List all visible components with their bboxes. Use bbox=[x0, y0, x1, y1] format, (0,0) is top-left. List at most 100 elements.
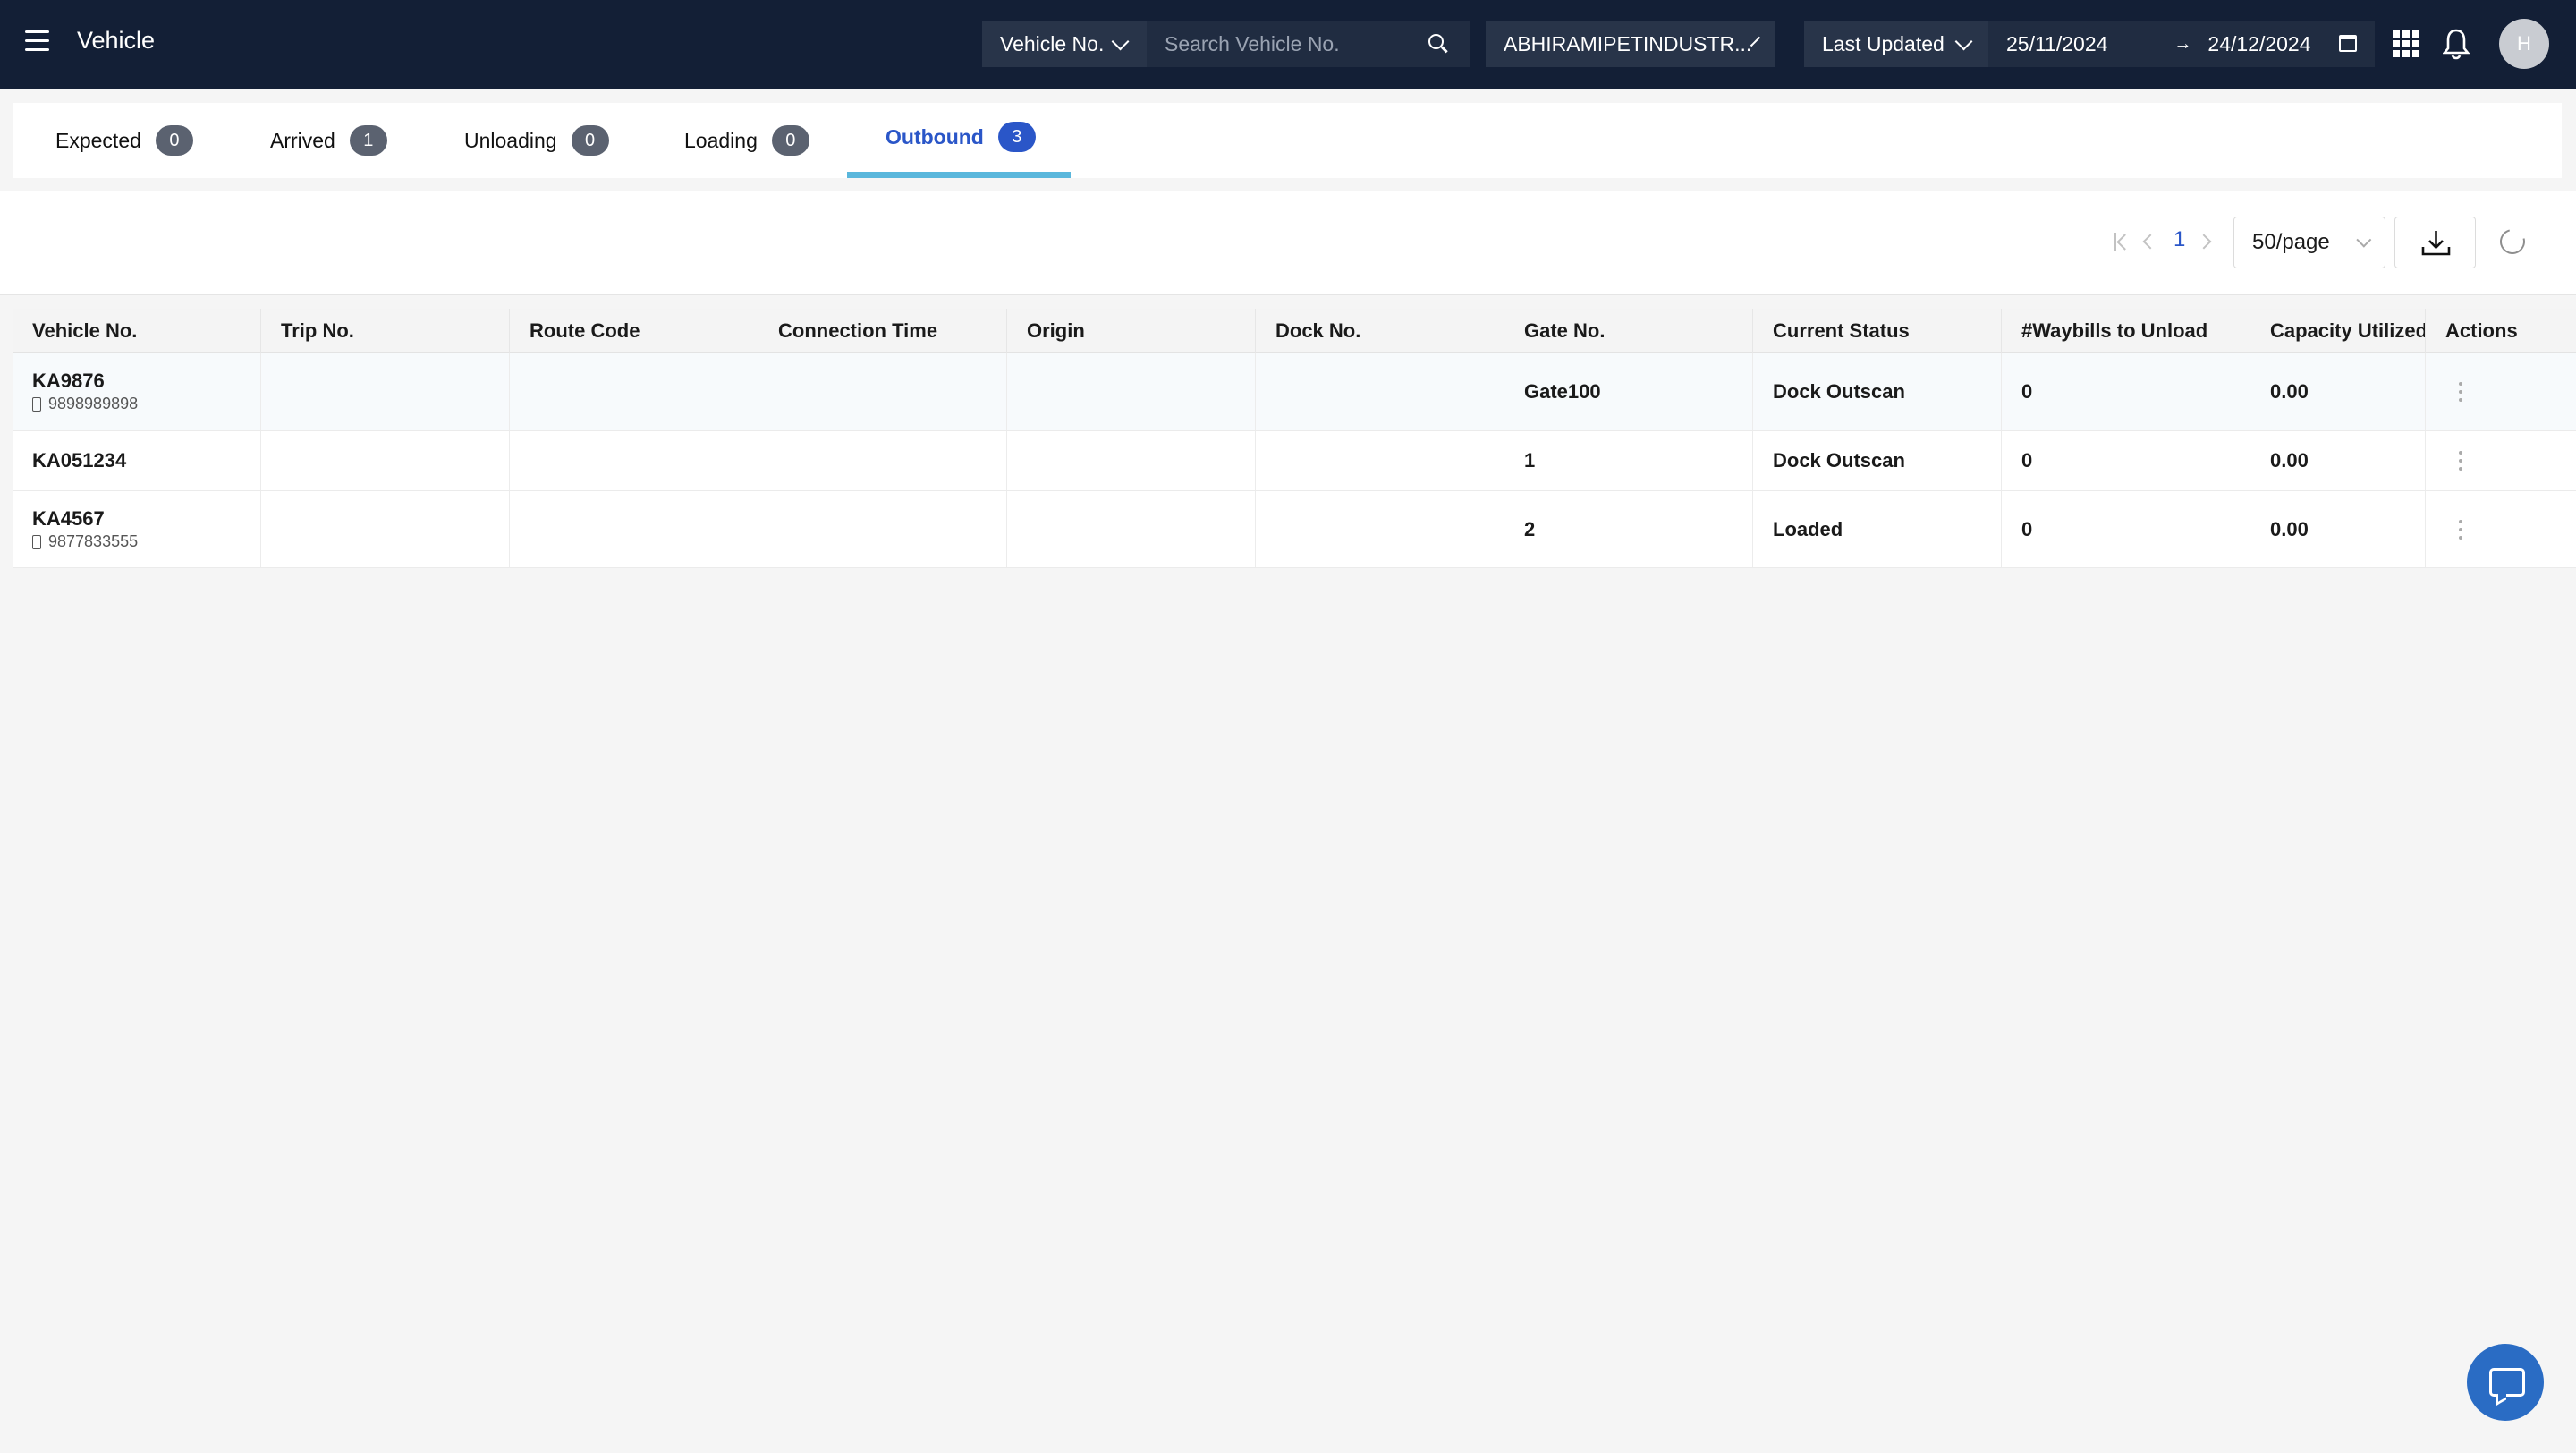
count-badge: 0 bbox=[155, 125, 193, 156]
column-header: Actions bbox=[2445, 319, 2518, 342]
active-tab-indicator bbox=[847, 172, 1071, 178]
search-box bbox=[1147, 21, 1470, 67]
tab-label: Arrived bbox=[270, 128, 335, 152]
filter-type-dropdown[interactable]: Vehicle No. bbox=[982, 21, 1147, 67]
download-button[interactable] bbox=[2394, 217, 2476, 268]
chat-support-button[interactable] bbox=[2467, 1344, 2544, 1421]
chevron-down-icon bbox=[1111, 32, 1130, 50]
phone-icon bbox=[32, 534, 41, 549]
dock-no-cell bbox=[1256, 491, 1504, 567]
date-range-picker[interactable]: 25/11/2024 → 24/12/2024 bbox=[1988, 21, 2375, 67]
facility-label: ABHIRAMIPETINDUSTR... bbox=[1504, 32, 1752, 55]
column-header[interactable]: Gate No. bbox=[1504, 309, 1753, 353]
count-badge: 3 bbox=[997, 122, 1036, 152]
vehicle-number[interactable]: KA051234 bbox=[32, 449, 260, 472]
column-header[interactable]: Dock No. bbox=[1256, 309, 1504, 353]
column-header[interactable]: Trip No. bbox=[261, 309, 510, 353]
capacity-cell: 0.00 bbox=[2250, 353, 2426, 430]
filter-type-label: Vehicle No. bbox=[1000, 32, 1105, 55]
gate-no-cell: 2 bbox=[1504, 491, 1753, 567]
tab-arrived[interactable]: Arrived 1 bbox=[270, 103, 387, 178]
waybills-cell: 0 bbox=[2002, 491, 2250, 567]
actions-cell bbox=[2426, 431, 2576, 490]
tab-label: Loading bbox=[684, 128, 758, 152]
more-options-icon[interactable] bbox=[2459, 519, 2462, 540]
chevron-down-icon bbox=[1750, 36, 1761, 47]
origin-cell bbox=[1007, 353, 1256, 430]
phone-icon bbox=[32, 396, 41, 412]
calendar-icon bbox=[2339, 35, 2357, 52]
dock-no-cell bbox=[1256, 431, 1504, 490]
column-header[interactable]: Capacity Utilized bbox=[2250, 309, 2426, 353]
avatar[interactable]: H bbox=[2499, 19, 2549, 69]
download-icon bbox=[2421, 231, 2451, 256]
date-to: 24/12/2024 bbox=[2207, 32, 2311, 55]
route-code-cell bbox=[510, 431, 758, 490]
vehicle-table: Vehicle No. Trip No. Route Code Connecti… bbox=[13, 309, 2576, 568]
trip-no-cell bbox=[261, 353, 510, 430]
next-page-icon[interactable] bbox=[2196, 234, 2212, 250]
connection-time-cell bbox=[758, 431, 1007, 490]
vehicle-cell: KA051234 bbox=[13, 431, 261, 490]
vehicle-number[interactable]: KA4567 bbox=[32, 507, 260, 531]
page-size-label: 50/page bbox=[2252, 230, 2330, 254]
driver-phone: 9898989898 bbox=[32, 395, 260, 413]
tab-unloading[interactable]: Unloading 0 bbox=[464, 103, 609, 178]
connection-time-cell bbox=[758, 491, 1007, 567]
connection-time-cell bbox=[758, 353, 1007, 430]
status-cell: Dock Outscan bbox=[1753, 353, 2002, 430]
count-badge: 1 bbox=[349, 125, 387, 156]
tab-label: Expected bbox=[55, 128, 141, 152]
more-options-icon[interactable] bbox=[2459, 381, 2462, 402]
bell-icon[interactable] bbox=[2443, 27, 2470, 61]
column-header[interactable]: Route Code bbox=[510, 309, 758, 353]
waybills-cell: 0 bbox=[2002, 353, 2250, 430]
current-page-number[interactable]: 1 bbox=[2174, 227, 2185, 252]
column-header[interactable]: Current Status bbox=[1753, 309, 2002, 353]
phone-number: 9898989898 bbox=[48, 395, 139, 412]
arrow-right-icon: → bbox=[2174, 34, 2192, 54]
page-size-select[interactable]: 50/page bbox=[2233, 217, 2385, 268]
facility-dropdown[interactable]: ABHIRAMIPETINDUSTR... bbox=[1486, 21, 1775, 67]
tab-outbound[interactable]: Outbound 3 bbox=[886, 99, 1036, 174]
table-row[interactable]: KA051234 1 Dock Outscan 0 0.00 bbox=[13, 431, 2576, 491]
capacity-cell: 0.00 bbox=[2250, 491, 2426, 567]
origin-cell bbox=[1007, 491, 1256, 567]
tab-label: Unloading bbox=[464, 128, 557, 152]
table-row[interactable]: KA9876 9898989898 Gate100 Dock Outscan 0… bbox=[13, 353, 2576, 431]
chevron-down-icon bbox=[2356, 232, 2372, 248]
status-cell: Dock Outscan bbox=[1753, 431, 2002, 490]
driver-phone: 9877833555 bbox=[32, 532, 260, 551]
first-page-icon[interactable] bbox=[2113, 231, 2129, 252]
vehicle-cell: KA9876 9898989898 bbox=[13, 353, 261, 430]
top-bar: Vehicle Vehicle No. ABHIRAMIPETINDUSTR..… bbox=[0, 0, 2576, 89]
table-header: Vehicle No. Trip No. Route Code Connecti… bbox=[13, 309, 2576, 353]
trip-no-cell bbox=[261, 431, 510, 490]
tab-loading[interactable]: Loading 0 bbox=[684, 103, 809, 178]
vehicle-number[interactable]: KA9876 bbox=[32, 370, 260, 393]
sort-by-label: Last Updated bbox=[1822, 32, 1945, 55]
search-icon[interactable] bbox=[1428, 34, 1444, 49]
column-header[interactable]: Origin bbox=[1007, 309, 1256, 353]
sort-by-dropdown[interactable]: Last Updated bbox=[1804, 21, 1988, 67]
column-header[interactable]: Vehicle No. bbox=[13, 309, 261, 353]
vehicle-cell: KA4567 9877833555 bbox=[13, 491, 261, 567]
more-options-icon[interactable] bbox=[2459, 451, 2462, 471]
tab-expected[interactable]: Expected 0 bbox=[55, 103, 193, 178]
actions-cell bbox=[2426, 491, 2576, 567]
apps-grid-icon[interactable] bbox=[2393, 30, 2419, 57]
status-tabs: Expected 0 Arrived 1 Unloading 0 Loading… bbox=[13, 103, 2562, 178]
chevron-down-icon bbox=[1954, 32, 1973, 50]
previous-page-icon[interactable] bbox=[2142, 234, 2158, 250]
route-code-cell bbox=[510, 353, 758, 430]
table-row[interactable]: KA4567 9877833555 2 Loaded 0 0.00 bbox=[13, 491, 2576, 568]
phone-number: 9877833555 bbox=[48, 532, 139, 550]
hamburger-menu-icon[interactable] bbox=[25, 30, 52, 57]
search-input[interactable] bbox=[1165, 32, 1424, 56]
actions-cell bbox=[2426, 353, 2576, 430]
column-header[interactable]: #Waybills to Unload bbox=[2002, 309, 2250, 353]
refresh-icon[interactable] bbox=[2495, 224, 2530, 259]
column-header[interactable]: Connection Time bbox=[758, 309, 1007, 353]
route-code-cell bbox=[510, 491, 758, 567]
tab-label: Outbound bbox=[886, 124, 984, 149]
